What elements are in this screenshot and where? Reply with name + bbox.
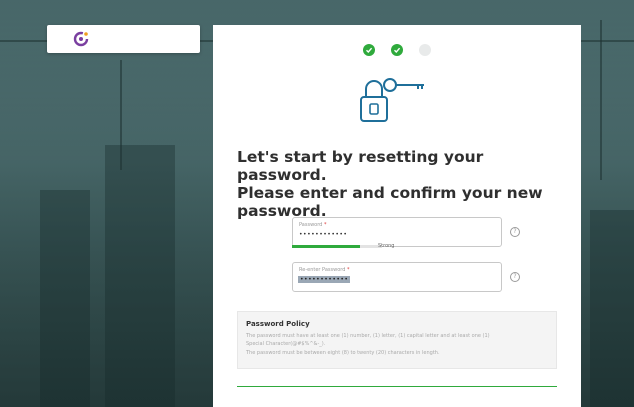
policy-line: The password must have at least one (1) … — [246, 333, 490, 339]
padlock-key-icon — [360, 78, 424, 122]
reenter-password-value: •••••••••••• — [298, 276, 351, 283]
reenter-password-label: Re-enter Password * — [299, 267, 350, 273]
progress-steps — [213, 44, 581, 56]
password-strength-fill — [292, 245, 360, 248]
password-strength-bar — [292, 245, 382, 248]
password-field[interactable]: Password * •••••••••••• — [292, 217, 502, 247]
logo-icon — [73, 31, 89, 47]
divider — [237, 386, 557, 387]
help-icon[interactable]: ? — [510, 272, 520, 282]
building-silhouette — [590, 210, 634, 407]
step-complete-icon — [363, 44, 375, 56]
building-silhouette — [40, 190, 90, 407]
step-complete-icon — [391, 44, 403, 56]
building-silhouette — [105, 145, 175, 407]
page-heading: Let's start by resetting your password. … — [237, 148, 543, 220]
step-pending-icon — [419, 44, 431, 56]
reset-password-panel: Let's start by resetting your password. … — [213, 25, 581, 407]
help-icon[interactable]: ? — [510, 227, 520, 237]
policy-line: Special Character(@#$%^&-_). — [246, 341, 326, 347]
password-value: •••••••••••• — [299, 231, 348, 238]
crane-tower — [120, 60, 122, 170]
logo-card — [47, 25, 200, 53]
password-label: Password * — [299, 222, 327, 228]
password-policy-box: Password Policy The password must have a… — [237, 311, 557, 369]
password-strength-label: Strong — [378, 243, 395, 249]
reenter-password-field[interactable]: Re-enter Password * •••••••••••• — [292, 262, 502, 292]
crane-tower — [600, 20, 602, 180]
policy-line: The password must be between eight (8) t… — [246, 350, 440, 356]
policy-title: Password Policy — [246, 320, 310, 328]
